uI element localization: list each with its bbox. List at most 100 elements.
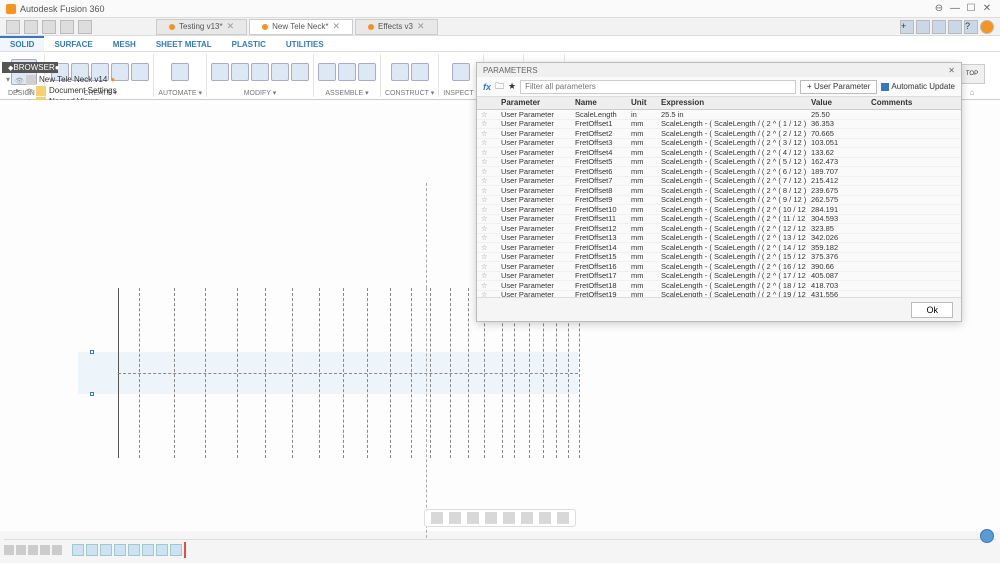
viewport-layout-icon[interactable] [557, 512, 569, 524]
cell-comments[interactable] [867, 294, 961, 296]
ribbon-tool-icon[interactable] [251, 63, 269, 81]
cell-comments[interactable] [867, 218, 961, 220]
sketch-point[interactable] [90, 350, 94, 354]
cell-comments[interactable] [867, 132, 961, 134]
data-panel-button[interactable] [6, 20, 20, 34]
tab-close-icon[interactable]: ✕ [332, 21, 340, 32]
timeline-feature[interactable] [128, 544, 140, 556]
timeline-step-fwd-icon[interactable] [40, 545, 50, 555]
cell-comments[interactable] [867, 256, 961, 258]
cell-comments[interactable] [867, 180, 961, 182]
cell-comments[interactable] [867, 208, 961, 210]
workspace-tab-mesh[interactable]: MESH [103, 36, 146, 51]
cell-name[interactable]: FretOffset19 [571, 289, 627, 297]
ribbon-group-label[interactable]: ASSEMBLE ▾ [325, 89, 368, 97]
dialog-title-bar[interactable]: PARAMETERS ✕ [477, 63, 961, 77]
file-tab[interactable]: Effects v3✕ [355, 19, 438, 35]
timeline-cursor[interactable] [184, 542, 186, 558]
ribbon-tool-icon[interactable] [391, 63, 409, 81]
extensions-icon[interactable] [932, 20, 946, 34]
timeline-feature[interactable] [72, 544, 84, 556]
look-at-icon[interactable] [449, 512, 461, 524]
workspace-tab-solid[interactable]: SOLID [0, 36, 44, 51]
header-unit[interactable]: Unit [627, 97, 657, 109]
cell-comments[interactable] [867, 284, 961, 286]
header-comments[interactable]: Comments [867, 97, 961, 109]
folder-icon[interactable]: 🗀 [495, 79, 504, 95]
workspace-tab-surface[interactable]: SURFACE [44, 36, 102, 51]
ribbon-tool-icon[interactable] [211, 63, 229, 81]
fx-icon[interactable]: fx [483, 82, 491, 92]
help-icon[interactable]: ? [964, 20, 978, 34]
ribbon-group-label[interactable]: INSPECT ▾ [443, 89, 479, 97]
ok-button[interactable]: Ok [911, 302, 953, 318]
add-user-parameter-button[interactable]: + User Parameter [800, 80, 877, 94]
cell-expression[interactable]: ScaleLength - ( ScaleLength / ( 2 ^ ( 19… [657, 289, 807, 297]
tab-close-icon[interactable]: ✕ [417, 21, 425, 32]
visibility-icon[interactable] [15, 76, 23, 84]
viewcube[interactable]: TOP [959, 64, 985, 84]
zoom-icon[interactable] [485, 512, 497, 524]
cell-comments[interactable] [867, 123, 961, 125]
window-help-icon[interactable]: ⊖ [932, 2, 946, 16]
tree-root[interactable]: ▾ New Tele Neck v14 ● [2, 74, 202, 85]
cell-unit[interactable]: mm [627, 289, 657, 297]
display-settings-icon[interactable] [521, 512, 533, 524]
cell-comments[interactable] [867, 189, 961, 191]
workspace-tab-utilities[interactable]: UTILITIES [276, 36, 334, 51]
cell-comments[interactable] [867, 113, 961, 115]
tree-item[interactable]: ▸Document Settings [2, 85, 202, 96]
ribbon-tool-icon[interactable] [271, 63, 289, 81]
workspace-tab-plastic[interactable]: PLASTIC [222, 36, 276, 51]
favorite-filter-icon[interactable]: ★ [508, 81, 516, 92]
visibility-icon[interactable] [25, 87, 33, 95]
ribbon-tool-icon[interactable] [358, 63, 376, 81]
user-avatar[interactable] [980, 20, 994, 34]
filter-input[interactable] [520, 80, 796, 94]
timeline-start-icon[interactable] [4, 545, 14, 555]
ribbon-group-label[interactable]: CONSTRUCT ▾ [385, 89, 434, 97]
cell-comments[interactable] [867, 170, 961, 172]
sketch-point[interactable] [90, 392, 94, 396]
dialog-close-icon[interactable]: ✕ [948, 66, 955, 75]
ribbon-tool-icon[interactable] [291, 63, 309, 81]
save-button[interactable] [42, 20, 56, 34]
new-tab-button[interactable]: + [900, 20, 914, 34]
cell-comments[interactable] [867, 161, 961, 163]
grid-settings-icon[interactable] [539, 512, 551, 524]
cell-comments[interactable] [867, 246, 961, 248]
corner-identity-icon[interactable] [980, 529, 994, 543]
timeline-play-icon[interactable] [28, 545, 38, 555]
file-menu-button[interactable] [24, 20, 38, 34]
orbit-icon[interactable] [431, 512, 443, 524]
browser-header[interactable]: ◆BROWSER● [2, 62, 58, 73]
header-parameter[interactable]: Parameter [497, 97, 571, 109]
timeline-feature[interactable] [142, 544, 154, 556]
window-minimize[interactable]: — [948, 2, 962, 16]
cell-comments[interactable] [867, 142, 961, 144]
file-tab[interactable]: Testing v13*✕ [156, 19, 247, 35]
header-name[interactable]: Name [571, 97, 627, 109]
undo-button[interactable] [60, 20, 74, 34]
job-status-icon[interactable] [948, 20, 962, 34]
window-close[interactable]: ✕ [980, 2, 994, 16]
cell-comments[interactable] [867, 237, 961, 239]
cell-comments[interactable] [867, 227, 961, 229]
header-value[interactable]: Value [807, 97, 867, 109]
cell-comments[interactable] [867, 199, 961, 201]
timeline-feature[interactable] [100, 544, 112, 556]
file-tab[interactable]: New Tele Neck*✕ [249, 19, 353, 35]
timeline-feature[interactable] [86, 544, 98, 556]
timeline-step-back-icon[interactable] [16, 545, 26, 555]
auto-update-checkbox[interactable]: Automatic Update [881, 82, 955, 91]
favorite-star-icon[interactable]: ☆ [477, 289, 497, 297]
ribbon-tool-icon[interactable] [411, 63, 429, 81]
pan-icon[interactable] [467, 512, 479, 524]
timeline-feature[interactable] [114, 544, 126, 556]
window-maximize[interactable]: ☐ [964, 2, 978, 16]
cell-comments[interactable] [867, 151, 961, 153]
ribbon-tool-icon[interactable] [452, 63, 470, 81]
ribbon-tool-icon[interactable] [231, 63, 249, 81]
fit-icon[interactable] [503, 512, 515, 524]
workspace-tab-sheet-metal[interactable]: SHEET METAL [146, 36, 222, 51]
